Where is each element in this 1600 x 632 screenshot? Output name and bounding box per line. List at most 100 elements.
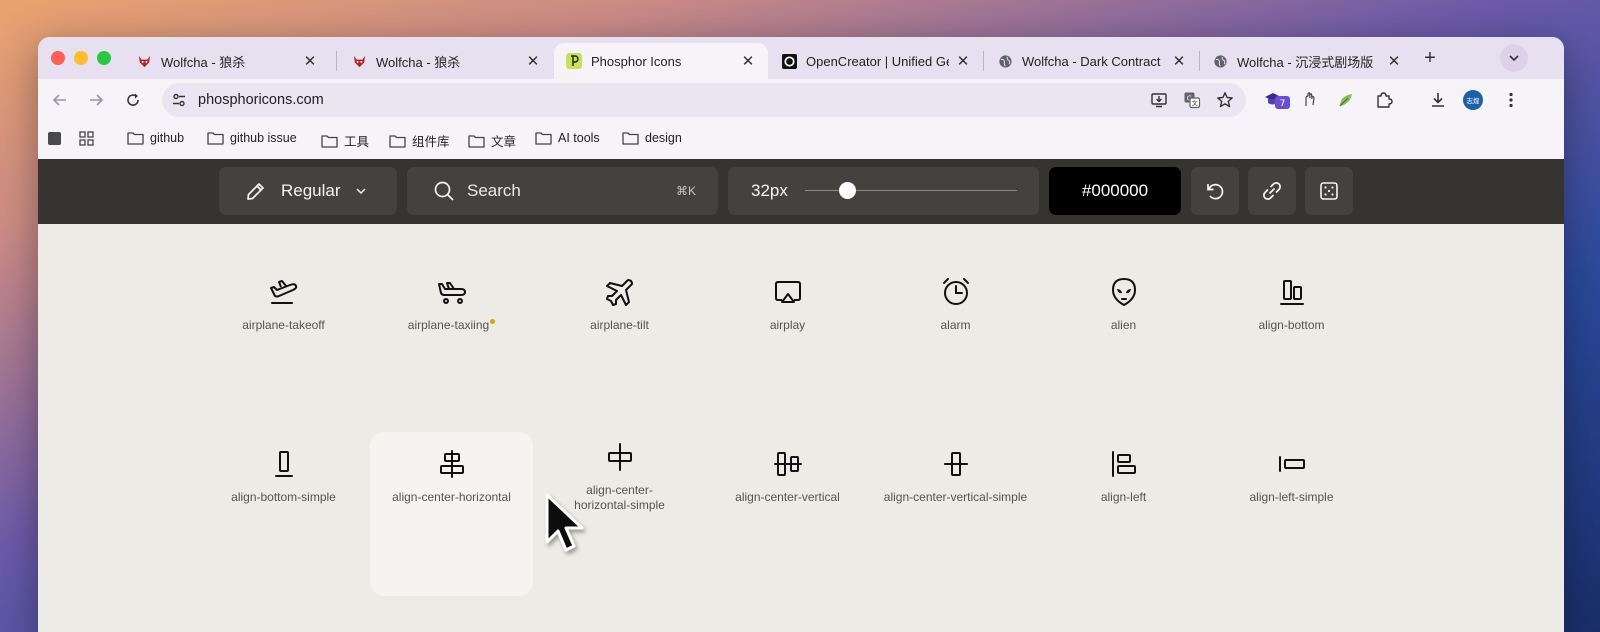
extension-leaf-icon[interactable] (1336, 90, 1356, 110)
tab-title: Wolfcha - 沉浸式剧场版 (1237, 54, 1374, 70)
close-window-button[interactable] (51, 51, 65, 65)
size-label: 32px (751, 181, 788, 200)
tab-title: Wolfcha - 狼杀 (161, 54, 246, 70)
profile-avatar[interactable]: 志煌 (1463, 90, 1483, 110)
icon-name: alien (1110, 318, 1137, 332)
address-bar[interactable]: phosphoricons.com G文 (162, 83, 1246, 117)
align-center-vertical-simple-icon (943, 452, 968, 476)
size-slider-thumb[interactable] (839, 182, 857, 199)
arrow-counter-clockwise-icon (1207, 183, 1224, 200)
size-slider-track[interactable] (805, 190, 1017, 191)
zoom-window-button[interactable] (97, 51, 111, 65)
reload-button[interactable] (121, 88, 145, 112)
folder-icon (389, 134, 406, 148)
bookmark-app-square-icon[interactable] (48, 132, 61, 145)
weight-label: Regular (281, 181, 341, 200)
reload-icon (127, 93, 139, 106)
url-text: phosphoricons.com (198, 92, 324, 108)
airplane-takeoff-icon (269, 280, 297, 304)
phosphor-favicon-icon (566, 53, 582, 69)
tab-close-icon[interactable]: ✕ (1171, 52, 1187, 70)
bookmark-folder-github[interactable]: github (127, 131, 184, 145)
reset-button[interactable] (1191, 167, 1239, 215)
minimize-window-button[interactable] (74, 51, 88, 65)
bookmark-folder-github-issue[interactable]: github issue (207, 131, 297, 145)
weight-select[interactable]: Regular (219, 167, 397, 215)
wolf-favicon-icon (136, 53, 152, 69)
new-tab-button[interactable]: + (1418, 47, 1442, 70)
align-left-simple-icon (1278, 456, 1305, 472)
bookmark-folder-design[interactable]: design (622, 131, 682, 145)
apps-grid-icon[interactable] (79, 131, 94, 146)
browser-menu-icon[interactable] (1501, 90, 1521, 110)
size-control: 32px (728, 167, 1039, 215)
translate-icon[interactable]: G文 (1183, 91, 1201, 109)
tab-title: Phosphor Icons (591, 53, 682, 69)
icon-card-alien[interactable]: alien (1042, 276, 1205, 440)
tab-search-button[interactable] (1500, 44, 1528, 72)
forward-button[interactable] (84, 88, 108, 112)
copy-link-button[interactable] (1248, 167, 1296, 215)
svg-text:文: 文 (1192, 100, 1198, 108)
icon-card-airplane-takeoff[interactable]: airplane-takeoff (202, 276, 365, 440)
icon-name: airplay (769, 318, 806, 332)
extension-hand-icon[interactable] (1300, 90, 1320, 110)
color-input[interactable]: #000000 (1049, 167, 1181, 215)
icon-search-box[interactable]: Search ⌘K (407, 167, 718, 215)
icon-name: align-left (1100, 490, 1147, 504)
icon-card-align-center-horizontal[interactable]: align-center-horizontal (370, 432, 533, 596)
tab-phosphor-icons[interactable]: Phosphor Icons ✕ (554, 43, 768, 79)
icon-card-airplay[interactable]: airplay (706, 276, 869, 440)
airplay-icon (774, 281, 801, 303)
tab-wolfcha-1[interactable]: Wolfcha - 狼杀 ✕ (124, 43, 330, 79)
site-settings-icon[interactable] (171, 92, 187, 108)
icon-card-align-left-simple[interactable]: align-left-simple (1210, 448, 1373, 612)
tab-divider (983, 51, 984, 71)
browser-toolbar: phosphoricons.com G文 (38, 79, 1564, 121)
icon-card-align-left[interactable]: align-left (1042, 448, 1205, 612)
dice-icon (1320, 182, 1338, 200)
back-button[interactable] (48, 88, 72, 112)
folder-icon (535, 132, 552, 145)
tab-wolfcha-theater[interactable]: Wolfcha - 沉浸式剧场版 ✕ (1200, 43, 1414, 79)
tab-wolfcha-2[interactable]: Wolfcha - 狼杀 ✕ (339, 43, 553, 79)
icon-name: airplane-taxiing (370, 318, 533, 333)
icon-name: align-bottom (1258, 318, 1325, 332)
random-button[interactable] (1305, 167, 1353, 215)
extension-badge: 7 (1275, 96, 1290, 109)
download-icon[interactable] (1428, 90, 1448, 110)
icon-card-alarm[interactable]: alarm (874, 276, 1037, 440)
tab-close-icon[interactable]: ✕ (302, 52, 318, 70)
icon-card-align-center-vertical-simple[interactable]: align-center-vertical-simple (874, 448, 1037, 612)
svg-text:7: 7 (1280, 99, 1286, 109)
search-icon (434, 181, 454, 201)
bookmark-folder-tools[interactable]: 工具 (321, 131, 369, 150)
icon-card-align-bottom[interactable]: align-bottom (1210, 276, 1373, 440)
tab-close-icon[interactable]: ✕ (1386, 52, 1402, 70)
bookmark-folder-components[interactable]: 组件库 (389, 131, 450, 150)
tab-opencreator[interactable]: OpenCreator | Unified Ge ✕ (769, 43, 983, 79)
bookmark-star-icon[interactable] (1216, 91, 1234, 109)
bookmark-folder-ai-tools[interactable]: AI tools (535, 131, 600, 145)
bookmark-folder-articles[interactable]: 文章 (468, 131, 516, 150)
icon-card-airplane-tilt[interactable]: airplane-tilt (538, 276, 701, 440)
align-center-horizontal-icon (439, 450, 464, 478)
chevron-down-icon (356, 188, 366, 195)
icon-name: airplane-tilt (590, 318, 649, 332)
search-shortcut-hint: ⌘K (675, 184, 696, 198)
icon-card-align-bottom-simple[interactable]: align-bottom-simple (202, 448, 365, 612)
search-input[interactable]: Search (467, 181, 521, 201)
icon-card-airplane-taxiing[interactable]: airplane-taxiing (370, 276, 533, 440)
extensions-puzzle-icon[interactable] (1374, 90, 1394, 110)
tab-wolfcha-dark-contract[interactable]: Wolfcha - Dark Contract ✕ (985, 43, 1199, 79)
tab-close-icon[interactable]: ✕ (525, 52, 541, 70)
tab-close-icon[interactable]: ✕ (740, 52, 756, 70)
icon-card-align-center-vertical[interactable]: align-center-vertical (706, 448, 869, 612)
install-app-icon[interactable] (1150, 91, 1168, 109)
icon-name: alarm (940, 318, 971, 332)
folder-icon (207, 132, 224, 145)
opencreator-favicon-icon (781, 53, 797, 69)
bookmarks-bar: github github issue 工具 组件库 文章 AI tools d… (38, 121, 1564, 159)
folder-icon (321, 134, 338, 148)
tab-close-icon[interactable]: ✕ (955, 52, 971, 70)
